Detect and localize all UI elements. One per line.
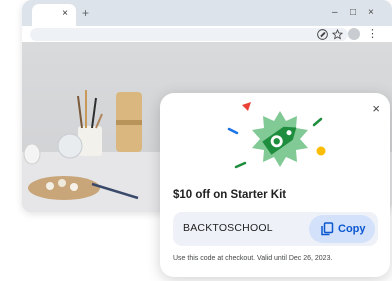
coupon-code: BACKTOSCHOOL: [183, 222, 273, 234]
new-tab-button[interactable]: +: [82, 6, 89, 20]
avatar[interactable]: [348, 28, 360, 40]
copy-icon: [321, 222, 334, 236]
coupon-code-box: BACKTOSCHOOL Copy: [173, 212, 378, 246]
close-icon[interactable]: ×: [62, 7, 68, 21]
confetti-dash: [227, 127, 239, 135]
address-bar[interactable]: [30, 28, 348, 41]
star-icon[interactable]: [332, 29, 343, 40]
coupon-note: Use this code at checkout. Valid until D…: [173, 255, 333, 262]
tag-celebration-illustration: [227, 102, 326, 169]
browser-tab[interactable]: ×: [32, 4, 76, 26]
window-close-button[interactable]: ×: [368, 6, 374, 20]
browser-toolbar: ⋮: [22, 26, 392, 42]
confetti-dash: [234, 161, 247, 169]
more-vert-icon[interactable]: ⋮: [367, 26, 378, 42]
copy-label: Copy: [338, 223, 366, 235]
confetti-triangle: [242, 102, 251, 111]
maximize-button[interactable]: □: [350, 6, 356, 20]
copy-button[interactable]: Copy: [309, 215, 375, 243]
confetti-dot: [316, 146, 326, 156]
minimize-button[interactable]: –: [332, 6, 338, 20]
coupon-title: $10 off on Starter Kit: [173, 189, 287, 201]
close-icon[interactable]: ×: [372, 102, 380, 116]
confetti-dash: [312, 117, 323, 127]
price-tag-icon[interactable]: [317, 29, 328, 40]
tab-strip: × + – □ ×: [22, 0, 392, 26]
coupon-popup: × $10 off on Starter Kit BACKTOSCHOOL Co…: [160, 93, 390, 277]
